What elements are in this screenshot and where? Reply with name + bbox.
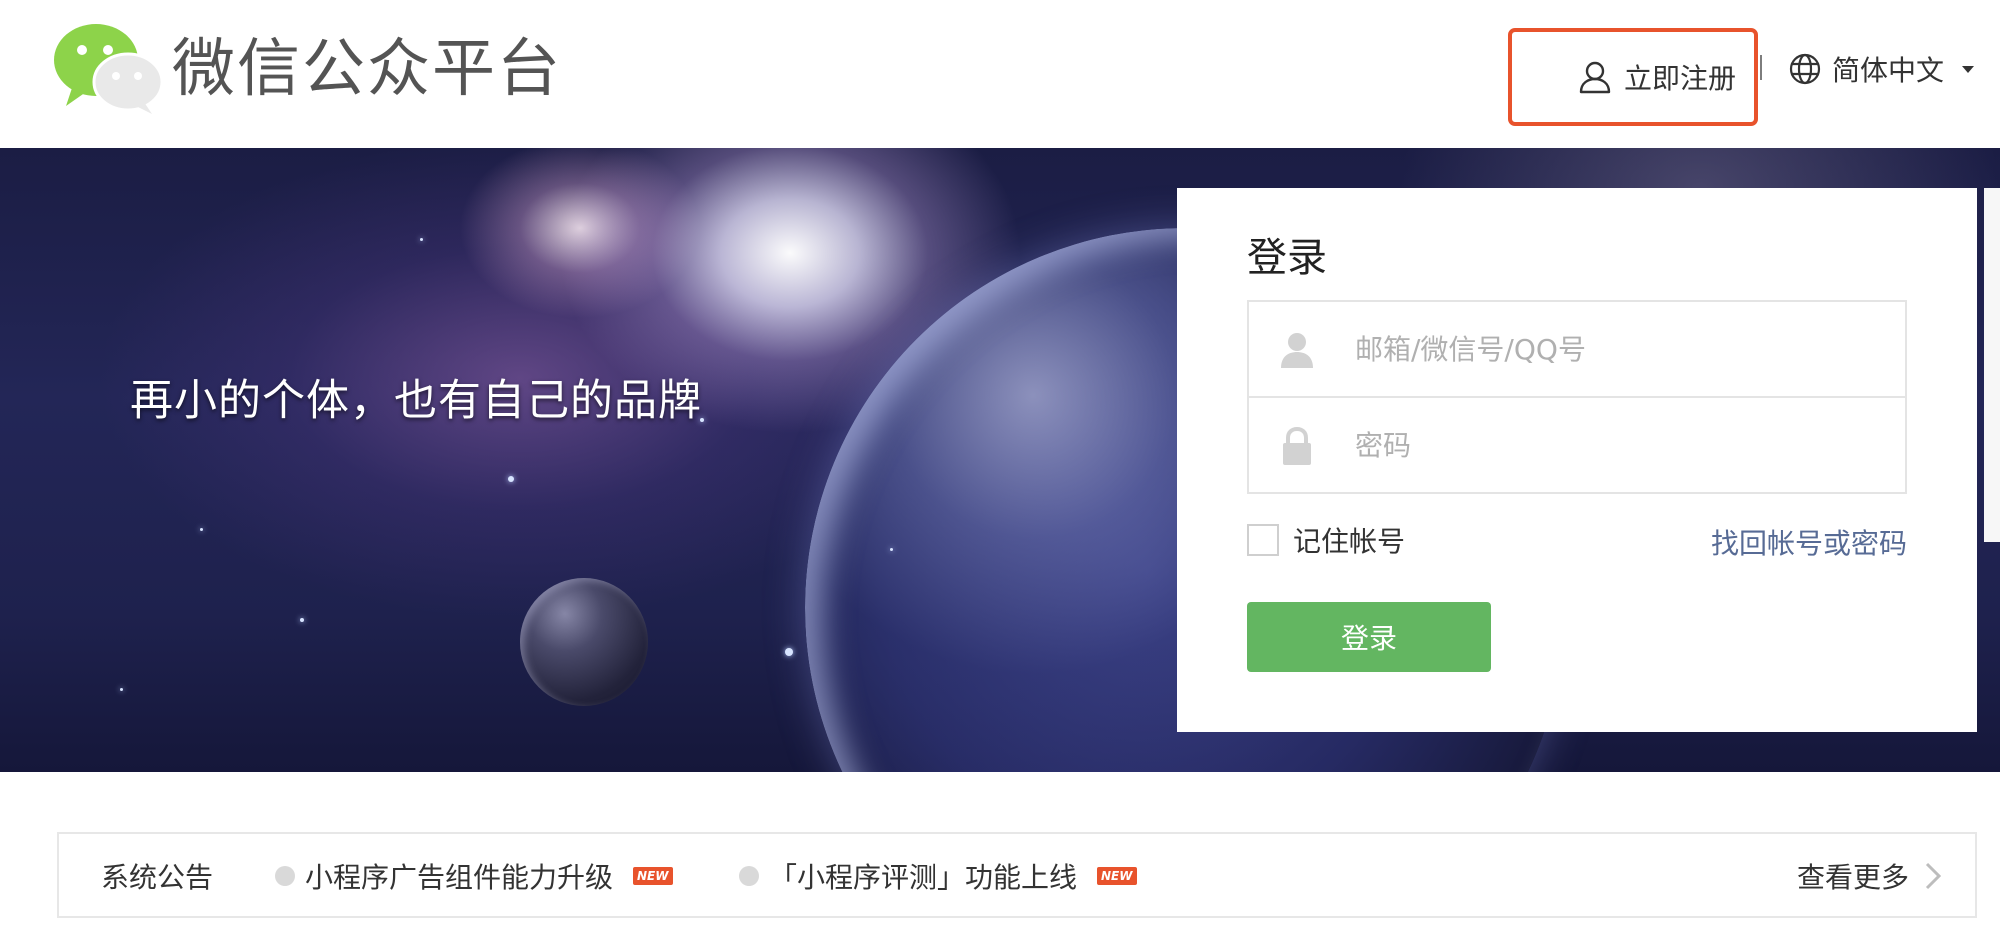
register-link[interactable]: 立即注册: [1578, 54, 1736, 100]
banner-slogan: 再小的个体，也有自己的品牌: [130, 376, 702, 426]
star: [890, 548, 893, 551]
forgot-password-link[interactable]: 找回帐号或密码: [1711, 522, 1907, 562]
moon-illustration: [520, 578, 648, 706]
language-label: 简体中文: [1832, 54, 1945, 87]
lock-icon: [1283, 426, 1311, 465]
side-panel-edge: [1984, 188, 2000, 542]
login-title: 登录: [1247, 235, 1327, 281]
notice-item[interactable]: 「小程序评测」功能上线 NEW: [739, 856, 1137, 896]
header-divider: [1760, 55, 1762, 80]
star: [785, 648, 793, 656]
remember-checkbox[interactable]: [1247, 524, 1279, 556]
star: [120, 688, 123, 691]
remember-account: 记住帐号: [1247, 522, 1405, 558]
top-header: 微信公众平台 立即注册 简体中文: [0, 0, 2000, 148]
star: [508, 476, 514, 482]
login-panel: 登录 记住帐号 找回帐号或密码 登录: [1177, 188, 1977, 732]
star: [200, 528, 203, 531]
star: [300, 618, 304, 622]
account-field: [1247, 300, 1907, 398]
notice-item-text: 小程序广告组件能力升级: [305, 861, 614, 894]
wechat-logo-icon[interactable]: [52, 22, 164, 114]
password-field: [1247, 396, 1907, 494]
language-select[interactable]: 简体中文: [1788, 48, 1975, 90]
new-badge: NEW: [1097, 867, 1137, 885]
password-input[interactable]: [1353, 400, 1893, 490]
chevron-right-icon: [1925, 862, 1941, 890]
register-highlight-box: 立即注册: [1508, 28, 1758, 126]
account-input[interactable]: [1353, 304, 1893, 394]
notice-item[interactable]: 小程序广告组件能力升级 NEW: [275, 856, 673, 896]
notice-item-text: 「小程序评测」功能上线: [769, 861, 1078, 894]
view-more-link[interactable]: 查看更多: [1797, 856, 1941, 896]
notice-label: 系统公告: [101, 861, 214, 894]
login-button[interactable]: 登录: [1247, 602, 1491, 672]
star: [420, 238, 423, 241]
bullet-dot-icon: [739, 866, 759, 886]
register-label: 立即注册: [1624, 62, 1737, 95]
view-more-label: 查看更多: [1796, 861, 1909, 894]
new-badge: NEW: [633, 867, 673, 885]
user-icon: [1281, 333, 1313, 368]
chevron-down-icon: [1962, 65, 1975, 73]
remember-label: 记住帐号: [1293, 525, 1406, 558]
globe-icon: [1789, 53, 1821, 85]
bullet-dot-icon: [275, 866, 295, 886]
system-notice-bar: 系统公告 小程序广告组件能力升级 NEW 「小程序评测」功能上线 NEW 查看更…: [57, 832, 1977, 918]
user-outline-icon: [1579, 61, 1611, 94]
brand-title: 微信公众平台: [172, 32, 562, 105]
